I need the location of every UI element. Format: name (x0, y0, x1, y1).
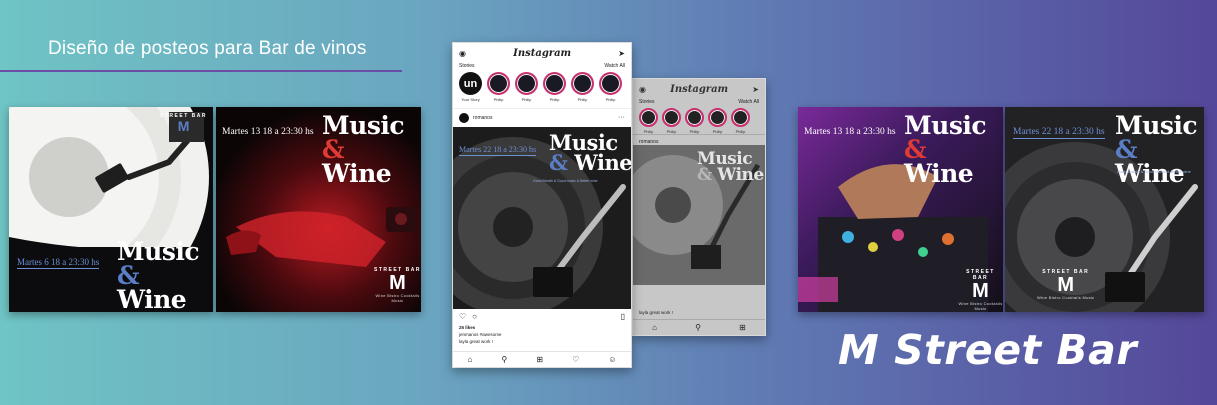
page-headline: Diseño de posteos para Bar de vinos (48, 38, 367, 59)
watch-all-link[interactable]: Watch All (738, 99, 759, 105)
title-wine: Wine (717, 165, 764, 186)
post-title: Music & Wine (904, 113, 1003, 188)
ig-stories-row: un Your Story Philip Philip Philip Phili… (453, 69, 631, 102)
send-icon[interactable]: ➤ (752, 85, 759, 94)
home-icon[interactable]: ⌂ (468, 355, 473, 364)
ig-post-image: Music & Wine (633, 145, 765, 285)
own-story-avatar: un (459, 72, 482, 95)
post-date: Martes 6 18 a 23:30 hs (17, 257, 100, 269)
post-card-turntable-white: STREET BAR M Martes 6 18 a 23:30 hs Musi… (9, 107, 213, 312)
account-avatar[interactable] (459, 112, 469, 123)
street-bar-logo: STREET BAR M (160, 113, 207, 133)
instagram-mockup-front: ◉ Instagram ➤ Stories Watch All un Your … (452, 42, 632, 368)
street-bar-logo: STREET BAR M Wine Bistro Cocktails Music (374, 267, 421, 303)
stories-label: Stories (459, 63, 475, 69)
instagram-mockup-back: ◉ Instagram ➤ Stories Watch All Philip P… (632, 78, 766, 336)
ig-post-text: 25 likes jenmanos #awesome layla great w… (453, 324, 631, 345)
post-date: Martes 22 18 a 23:30 hs (1013, 127, 1105, 139)
ig-logo: Instagram (513, 47, 572, 59)
post-tagline: Good Breath & Good music & Better wine (1117, 169, 1191, 174)
street-bar-logo: STREET BAR M Wine Bistro Cocktails Music (1037, 269, 1094, 300)
story-item-own[interactable]: un Your Story (459, 72, 482, 102)
post-title: Music & Wine (1115, 113, 1204, 185)
own-story-label: Your Story (461, 97, 480, 102)
heart-icon[interactable]: ♡ (459, 312, 466, 321)
home-icon[interactable]: ⌂ (652, 323, 657, 332)
post-date: Martes 13 18 a 23:30 hs (222, 127, 314, 137)
title-ampersand: & (697, 165, 712, 186)
caption: jenmanos #awesome (459, 332, 502, 337)
activity-icon[interactable]: ♡ (572, 355, 579, 364)
more-options-icon[interactable]: ··· (618, 114, 625, 121)
story-item[interactable]: Philip (543, 72, 566, 102)
comment: layla great work ! (459, 339, 494, 344)
stories-label: Stories (639, 99, 655, 105)
post-card-turntable-dark: Martes 22 18 a 23:30 hs Music & Wine Goo… (1005, 107, 1204, 312)
story-item[interactable]: Philip (685, 108, 704, 134)
logo-subtitle: Wine Bistro Cocktails Music (375, 293, 420, 303)
likes-count: 25 likes (459, 325, 476, 330)
camera-icon[interactable]: ◉ (639, 85, 646, 94)
logo-letter: M (177, 118, 190, 134)
logo-letter: M (972, 280, 989, 302)
showcase-canvas: { "header": { "title": "Diseño de posteo… (0, 0, 1217, 405)
logo-letter: M (389, 272, 406, 294)
ig-post-header: romanos ··· (453, 108, 631, 126)
story-item[interactable]: Philip (639, 108, 658, 134)
add-post-icon[interactable]: ⊞ (739, 323, 746, 332)
post-title: Music & Wine (549, 132, 632, 175)
post-date: Martes 22 18 a 23:30 hs (459, 145, 537, 156)
profile-icon[interactable]: ☺ (608, 355, 616, 364)
ig-stories-row: Philip Philip Philip Philip Philip (633, 105, 765, 134)
street-bar-logo: STREET BAR M Wine Bistro Cocktails Music (958, 269, 1003, 311)
camera-icon[interactable]: ◉ (459, 49, 466, 58)
story-item[interactable]: Philip (662, 108, 681, 134)
send-icon[interactable]: ➤ (618, 49, 625, 58)
post-tagline: Good Breath & Good music & Better wine (533, 179, 598, 183)
story-item[interactable]: Philip (708, 108, 727, 134)
post-card-red: Martes 13 18 a 23:30 hs Music & Wine STR… (216, 107, 421, 312)
ig-comment: layla great work ! (639, 310, 674, 315)
brand-name: M Street Bar (838, 326, 1138, 374)
logo-subtitle: Wine Bistro Cocktails Music (958, 301, 1003, 311)
title-wine: Wine (904, 158, 974, 188)
story-item[interactable]: Philip (571, 72, 594, 102)
post-title: Music & Wine (697, 150, 764, 186)
ig-post-image: Martes 22 18 a 23:30 hs Music & Wine Goo… (453, 127, 632, 309)
ig-topbar: ◉ Instagram ➤ (633, 79, 765, 99)
title-wine: Wine (574, 149, 632, 175)
account-name[interactable]: romanos (639, 139, 658, 145)
story-item[interactable]: Philip (599, 72, 622, 102)
logo-subtitle: Wine Bistro Cocktails Music (1037, 295, 1095, 300)
title-wine: Wine (117, 284, 187, 312)
post-card-dj: Martes 13 18 a 23:30 hs Music & Wine STR… (798, 107, 1003, 312)
story-item[interactable]: Philip (731, 108, 750, 134)
watch-all-link[interactable]: Watch All (604, 63, 625, 69)
post-title: Music & Wine (117, 239, 213, 312)
search-icon[interactable]: ⚲ (695, 323, 701, 332)
ig-bottom-nav: ⌂ ⚲ ⊞ ♡ ☺ (453, 351, 631, 367)
ig-post-actions: ♡ ○ ▯ (453, 310, 631, 322)
ig-logo: Instagram (670, 83, 729, 95)
logo-letter: M (1057, 274, 1075, 296)
ig-topbar: ◉ Instagram ➤ (453, 43, 631, 63)
story-item[interactable]: Philip (487, 72, 510, 102)
search-icon[interactable]: ⚲ (501, 355, 507, 364)
title-ampersand: & (549, 149, 568, 175)
headline-underline (0, 70, 402, 72)
ig-bottom-nav: ⌂ ⚲ ⊞ (633, 319, 765, 335)
title-wine: Wine (322, 158, 392, 188)
story-item[interactable]: Philip (515, 72, 538, 102)
add-post-icon[interactable]: ⊞ (536, 355, 543, 364)
comment-icon[interactable]: ○ (472, 312, 477, 321)
post-title: Music & Wine (322, 113, 421, 188)
bookmark-icon[interactable]: ▯ (621, 312, 625, 321)
post-date: Martes 13 18 a 23:30 hs (804, 127, 896, 137)
account-name[interactable]: romanos (473, 115, 492, 121)
